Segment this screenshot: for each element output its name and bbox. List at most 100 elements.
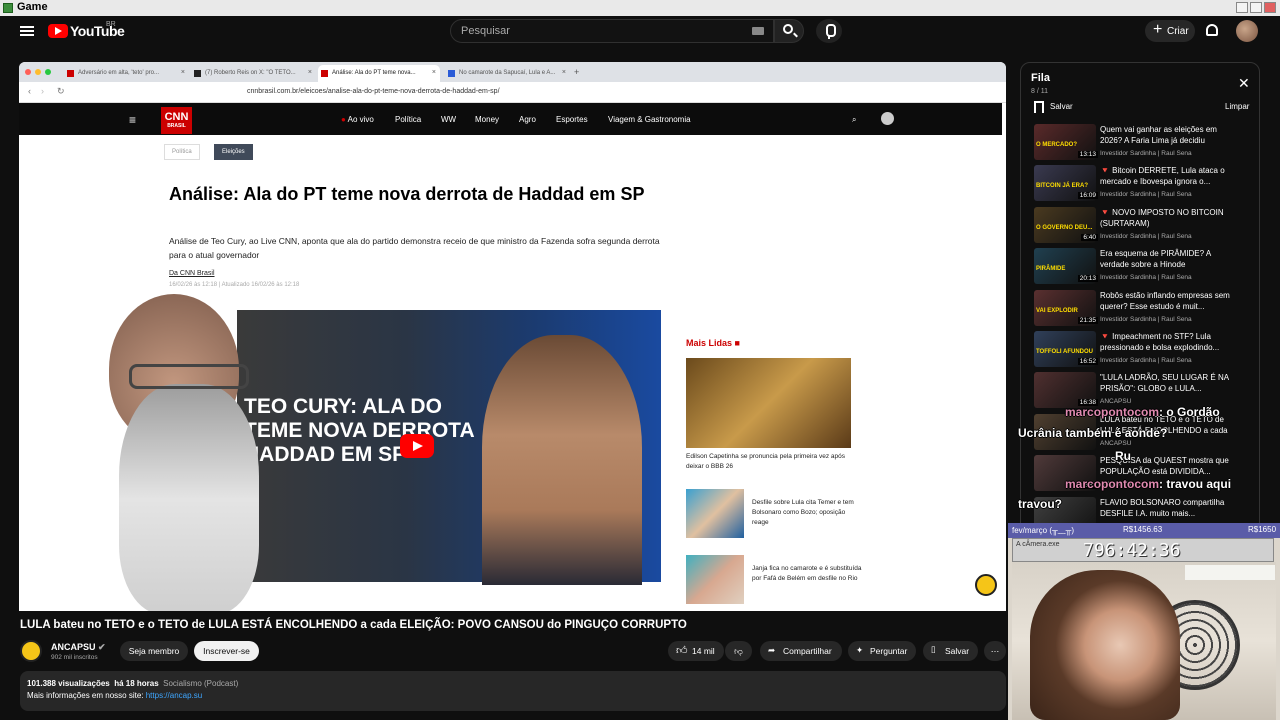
user-icon[interactable] — [881, 112, 894, 125]
video-player[interactable]: Adversário em alta, 'teto' pro... × (7) R… — [19, 62, 1006, 611]
mais-lidas-image[interactable] — [686, 555, 744, 604]
queue-item-title[interactable]: Quem vai ganhar as eleições em 2026? A F… — [1100, 124, 1230, 147]
article-byline[interactable]: Da CNN Brasil — [169, 270, 215, 277]
minimize-button[interactable] — [1236, 2, 1248, 13]
avatar[interactable] — [1236, 20, 1258, 42]
cnn-menu-icon[interactable]: ≡ — [129, 113, 136, 127]
nav-ao-vivo[interactable]: ● Ao vivo — [341, 115, 374, 124]
youtube-logo-icon[interactable] — [48, 24, 68, 38]
nav-money[interactable]: Money — [475, 115, 499, 124]
keyboard-icon[interactable] — [752, 27, 764, 35]
chat-message: marcopontocom: travou aqui — [1065, 477, 1232, 491]
browser-tab[interactable]: (7) Roberto Reis on X: "O TETO... × — [191, 65, 316, 82]
presenter-overlay — [19, 284, 339, 611]
queue-thumbnail[interactable]: PIRÂMIDE 20:13 — [1034, 248, 1098, 285]
article-headline: Análise: Ala do PT teme nova derrota de … — [169, 184, 645, 204]
save-button[interactable]: ▯ Salvar — [923, 641, 978, 661]
stream-timer: A cÂmera.exe 796:42:36 — [1012, 538, 1274, 562]
queue-item[interactable]: BITCOIN JÁ ERA? 16:09 🔻 Bitcoin DERRETE, L… — [1034, 165, 1258, 206]
queue-thumbnail[interactable]: BITCOIN JÁ ERA? 16:09 — [1034, 165, 1098, 202]
queue-item-title[interactable]: FLAVIO BOLSONARO compartilha DESFILE I.A… — [1100, 497, 1230, 520]
queue-item-title[interactable]: 🔻 Impeachment no STF? Lula pressionado e… — [1100, 331, 1230, 354]
queue-item[interactable]: TOFFOLI AFUNDOU 16:52 🔻 Impeachment no STF… — [1034, 331, 1258, 372]
mic-icon[interactable] — [816, 19, 842, 43]
nav-viagem[interactable]: Viagem & Gastronomia — [608, 115, 691, 124]
queue-item[interactable]: VAI EXPLODIR 21:35 Robôs estão inflando em… — [1034, 289, 1258, 331]
create-button[interactable]: + Criar — [1145, 20, 1195, 42]
view-count: 101.388 visualizações — [27, 679, 110, 688]
menu-icon[interactable] — [20, 26, 34, 36]
mais-lidas-item[interactable]: Edilson Capetinha se pronuncia pela prim… — [686, 452, 856, 472]
nav-esportes[interactable]: Esportes — [556, 115, 588, 124]
bookmark-icon[interactable] — [1034, 101, 1044, 113]
browser-tab-active[interactable]: Análise: Ala do PT teme nova... × — [318, 65, 440, 82]
thumbs-down-icon: 👎︎ — [734, 646, 743, 656]
queue-item-title[interactable]: "LULA LADRÃO, SEU LUGAR É NA PRISÃO": GL… — [1100, 372, 1230, 395]
browser-tab[interactable]: No camarote da Sapucaí, Lula e A... × — [445, 65, 570, 82]
cnn-logo[interactable]: CNN BRASIL — [161, 107, 192, 134]
queue-clear[interactable]: Limpar — [1225, 102, 1249, 111]
donation-goal-bar: fev/março (╥﹏╥) R$1456.63 R$1650 — [1008, 523, 1280, 538]
browser-tab[interactable]: Adversário em alta, 'teto' pro... × — [64, 65, 189, 82]
more-actions-icon[interactable]: ⋯ — [984, 641, 1006, 661]
search-icon[interactable]: ⌕ — [852, 115, 856, 125]
browser-tabbar: Adversário em alta, 'teto' pro... × (7) R… — [19, 62, 1006, 82]
mais-lidas-image[interactable] — [686, 358, 851, 448]
queue-item[interactable]: O GOVERNO DEU... 6:40 🔻 NOVO IMPOSTO NO BI… — [1034, 206, 1258, 248]
queue-thumbnail[interactable]: O MERCADO? 13:13 — [1034, 124, 1098, 160]
queue-item-title[interactable]: Era esquema de PIRÂMIDE? A verdade sobre… — [1100, 248, 1230, 271]
video-description[interactable]: 101.388 visualizações há 18 horas Social… — [20, 671, 1006, 711]
mais-lidas-item[interactable]: Janja fica no camarote e é substituída p… — [752, 564, 862, 584]
chat-message: Ucrânia também é aonde? — [1018, 426, 1168, 440]
nav-ww[interactable]: WW — [441, 115, 456, 124]
site-link[interactable]: https://ancap.su — [146, 691, 202, 700]
queue-item-title[interactable]: 🔻 Bitcoin DERRETE, Lula ataca o mercado … — [1100, 165, 1230, 188]
mais-lidas-image[interactable] — [686, 489, 744, 538]
back-icon[interactable]: ‹ — [28, 86, 31, 96]
channel-name[interactable]: ANCAPSU ✔ — [51, 642, 106, 653]
channel-avatar[interactable] — [20, 640, 42, 662]
forward-icon[interactable]: › — [41, 86, 44, 96]
queue-thumbnail[interactable]: VAI EXPLODIR 21:35 — [1034, 289, 1098, 326]
channel-watermark-icon[interactable] — [975, 574, 997, 596]
url-text[interactable]: cnnbrasil.com.br/eleicoes/analise-ala-do… — [247, 88, 500, 95]
play-icon[interactable] — [400, 434, 434, 458]
subscribe-button[interactable]: Inscrever-se — [194, 641, 259, 661]
like-button[interactable]: 👍︎ 14 mil — [668, 641, 724, 661]
queue-item-title[interactable]: 🔻 NOVO IMPOSTO NO BITCOIN (SURTARAM) — [1100, 207, 1230, 230]
queue-item-title[interactable]: Robôs estão inflando empresas sem querer… — [1100, 290, 1230, 313]
close-icon[interactable]: ✕ — [1238, 75, 1250, 92]
ask-button[interactable]: ✦ Perguntar — [848, 641, 916, 661]
queue-title: Fila — [1031, 72, 1050, 84]
queue-thumbnail[interactable]: TOFFOLI AFUNDOU 16:52 — [1034, 331, 1098, 367]
reload-icon[interactable]: ↻ — [57, 86, 65, 97]
breadcrumb-eleicoes[interactable]: Eleições — [214, 144, 253, 160]
verified-icon: ✔ — [98, 642, 106, 652]
search-input[interactable]: Pesquisar — [450, 19, 774, 43]
queue-thumbnail[interactable]: 16:38 — [1034, 372, 1098, 409]
search-icon[interactable] — [783, 24, 793, 34]
share-button[interactable]: ➦ Compartilhar — [760, 641, 842, 661]
bookmark-icon: ▯ — [931, 644, 936, 654]
queue-item[interactable]: PIRÂMIDE 20:13 Era esquema de PIRÂMIDE? A … — [1034, 248, 1258, 289]
new-tab-button[interactable]: + — [571, 65, 585, 82]
video-title: LULA bateu no TETO e o TETO de LULA ESTÁ… — [20, 619, 687, 631]
queue-item-channel: Investidor Sardinha | Raul Sena — [1100, 232, 1192, 240]
queue-item[interactable]: O MERCADO? 13:13 Quem vai ganhar as eleiçõ… — [1034, 124, 1258, 165]
queue-thumbnail[interactable]: O GOVERNO DEU... 6:40 — [1034, 206, 1098, 243]
nav-politica[interactable]: Política — [395, 115, 421, 124]
close-window-button[interactable] — [1264, 2, 1276, 13]
join-button[interactable]: Seja membro — [120, 641, 188, 661]
app-icon — [3, 3, 13, 13]
address-bar[interactable]: ‹ › ↻ cnnbrasil.com.br/eleicoes/analise-… — [19, 82, 1006, 103]
notifications-icon[interactable] — [1206, 24, 1218, 36]
chat-message: marcopontocom: o Gordão — [1065, 405, 1220, 419]
youtube-wordmark[interactable]: YouTube — [70, 23, 125, 39]
maximize-button[interactable] — [1250, 2, 1262, 13]
queue-item-channel: Investidor Sardinha | Raul Sena — [1100, 191, 1192, 199]
dislike-button[interactable]: 👎︎ — [725, 641, 752, 661]
queue-save[interactable]: Salvar — [1050, 102, 1073, 111]
nav-agro[interactable]: Agro — [519, 115, 536, 124]
breadcrumb-politica[interactable]: Política — [164, 144, 200, 160]
mais-lidas-item[interactable]: Desfile sobre Lula cita Temer e tem Bols… — [752, 498, 862, 528]
